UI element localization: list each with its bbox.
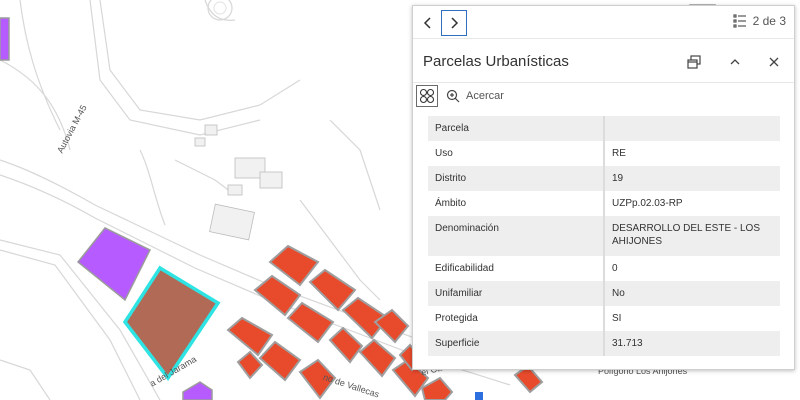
field-value: 19 — [612, 173, 624, 184]
popup-header: Parcelas Urbanísticas — [413, 38, 794, 82]
feature-count: 2 de 3 — [752, 14, 786, 28]
table-row: Parcela — [428, 116, 780, 141]
zoom-in-icon — [446, 89, 460, 103]
feature-popup: 2 de 3 Parcelas Urbanísticas Acercar Par… — [412, 5, 795, 370]
field-value: RE — [612, 148, 626, 159]
field-name: Protegida — [428, 306, 605, 331]
field-name: Superficie — [428, 331, 605, 356]
parcel-blue — [475, 392, 483, 400]
close-button[interactable] — [763, 51, 785, 73]
chevron-left-icon — [423, 17, 431, 29]
table-row: Unifamiliar No — [428, 281, 780, 306]
field-value — [604, 116, 780, 141]
field-name: Edificabilidad — [428, 256, 605, 281]
field-name: Unifamiliar — [428, 281, 605, 306]
collapse-button[interactable] — [724, 51, 746, 73]
chevron-up-icon — [730, 59, 740, 65]
feature-list-button[interactable]: 2 de 3 — [733, 14, 786, 28]
previous-feature-button[interactable] — [415, 10, 441, 36]
field-name: Distrito — [428, 166, 605, 191]
attribute-table: Parcela Uso RE Distrito 19 Ámbito UZPp.02.0… — [428, 116, 780, 356]
list-icon — [733, 14, 746, 28]
select-feature-button[interactable] — [416, 85, 438, 107]
dock-button[interactable] — [683, 51, 705, 73]
field-value: No — [612, 288, 625, 299]
table-row: Superficie 31.713 — [428, 331, 780, 356]
popup-title: Parcelas Urbanísticas — [423, 53, 569, 70]
field-name: Parcela — [428, 116, 605, 141]
chevron-right-icon — [451, 17, 459, 29]
field-value: SI — [612, 313, 622, 324]
table-row: Edificabilidad 0 — [428, 256, 780, 281]
field-name: Uso — [428, 141, 605, 166]
field-value: 0 — [612, 263, 618, 274]
popup-toolbar: Acercar — [413, 82, 794, 112]
feature-grid-icon — [419, 88, 435, 104]
dock-icon — [687, 55, 701, 69]
next-feature-button[interactable] — [441, 10, 467, 36]
close-icon — [769, 57, 779, 67]
field-name: Denominación — [428, 216, 605, 256]
field-value: UZPp.02.03-RP — [612, 198, 683, 209]
table-row: Distrito 19 — [428, 166, 780, 191]
table-row: Ámbito UZPp.02.03-RP — [428, 191, 780, 216]
table-row: Denominación DESARROLLO DEL ESTE - LOS AH… — [428, 216, 780, 256]
zoom-to-button[interactable]: Acercar — [446, 89, 504, 103]
popup-pager: 2 de 3 — [413, 6, 794, 38]
table-row: Protegida SI — [428, 306, 780, 331]
table-row: Uso RE — [428, 141, 780, 166]
field-value: 31.713 — [612, 338, 643, 349]
field-name: Ámbito — [428, 191, 605, 216]
zoom-to-label: Acercar — [466, 90, 504, 102]
field-value: DESARROLLO DEL ESTE - LOS AHIJONES — [612, 223, 761, 247]
parcel-purple — [0, 17, 10, 61]
